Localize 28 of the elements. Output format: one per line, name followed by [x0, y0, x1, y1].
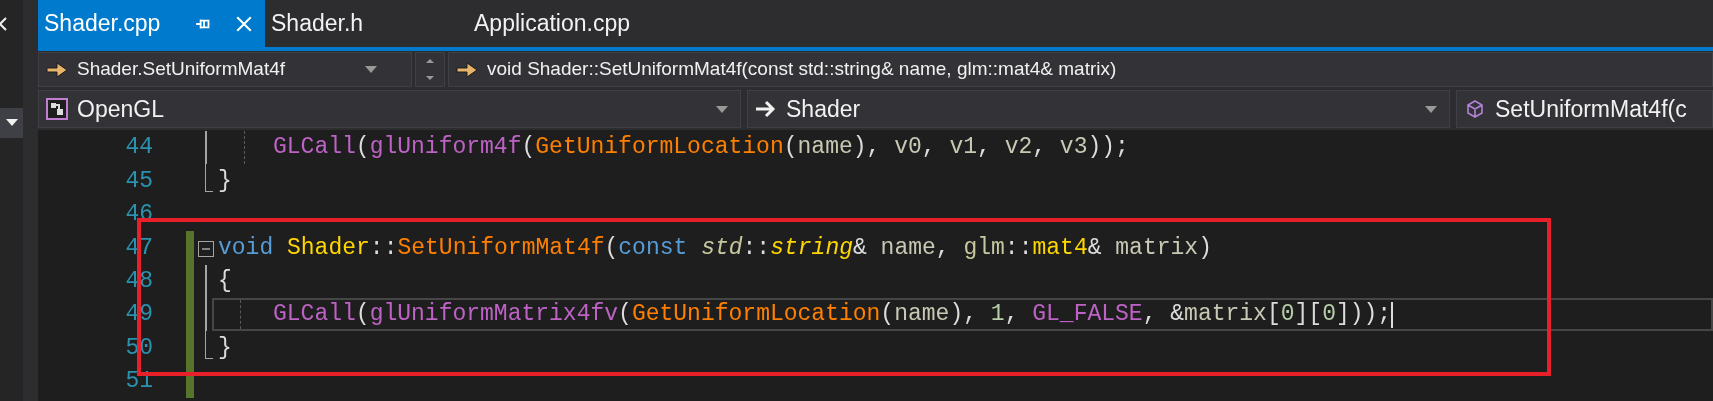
- file-tab[interactable]: Shader.h: [265, 0, 468, 47]
- spin-button[interactable]: [415, 52, 445, 87]
- code-line: }: [218, 333, 232, 363]
- collapse-icon[interactable]: [198, 241, 214, 258]
- signature-dropdown[interactable]: void Shader::SetUniformMat4f(const std::string& name, glm::mat4& matrix): [448, 52, 1713, 87]
- line-number: 44: [125, 133, 153, 163]
- line-number: 45: [125, 166, 153, 196]
- member-dropdown[interactable]: Shader.SetUniformMat4f: [38, 52, 412, 87]
- file-tab[interactable]: Shader.cpp: [38, 0, 265, 47]
- caret-icon[interactable]: [5, 119, 18, 127]
- arrow-icon: [455, 61, 479, 78]
- method-dropdown[interactable]: SetUniformMat4f(c: [1456, 90, 1713, 128]
- caret-icon: [426, 75, 434, 80]
- class-dropdown[interactable]: Shader: [747, 90, 1450, 128]
- caret-up-icon: [426, 59, 434, 64]
- code-line: GLCall(glUniformMatrix4fv(GetUniformLocation(name), 1, GL_FALSE, &matrix[0][0]));: [273, 300, 1392, 330]
- code-line: }: [218, 166, 232, 196]
- file-tab[interactable]: Application.cpp: [468, 0, 671, 47]
- project-icon: [45, 97, 69, 121]
- arrow-icon: [45, 61, 69, 78]
- caret-icon: [716, 105, 728, 113]
- text-cursor: [1391, 301, 1394, 328]
- caret-icon: [1425, 105, 1437, 113]
- project-dropdown[interactable]: OpenGL: [38, 90, 741, 128]
- caret-icon: [365, 66, 377, 73]
- code-line: {: [218, 267, 232, 296]
- code-line: void Shader::SetUniformMat4f(const std::string& name, glm::mat4& matrix): [218, 233, 1212, 263]
- code-line: GLCall(glUniform4f(GetUniformLocation(name), v0, v1, v2, v3));: [273, 133, 1129, 163]
